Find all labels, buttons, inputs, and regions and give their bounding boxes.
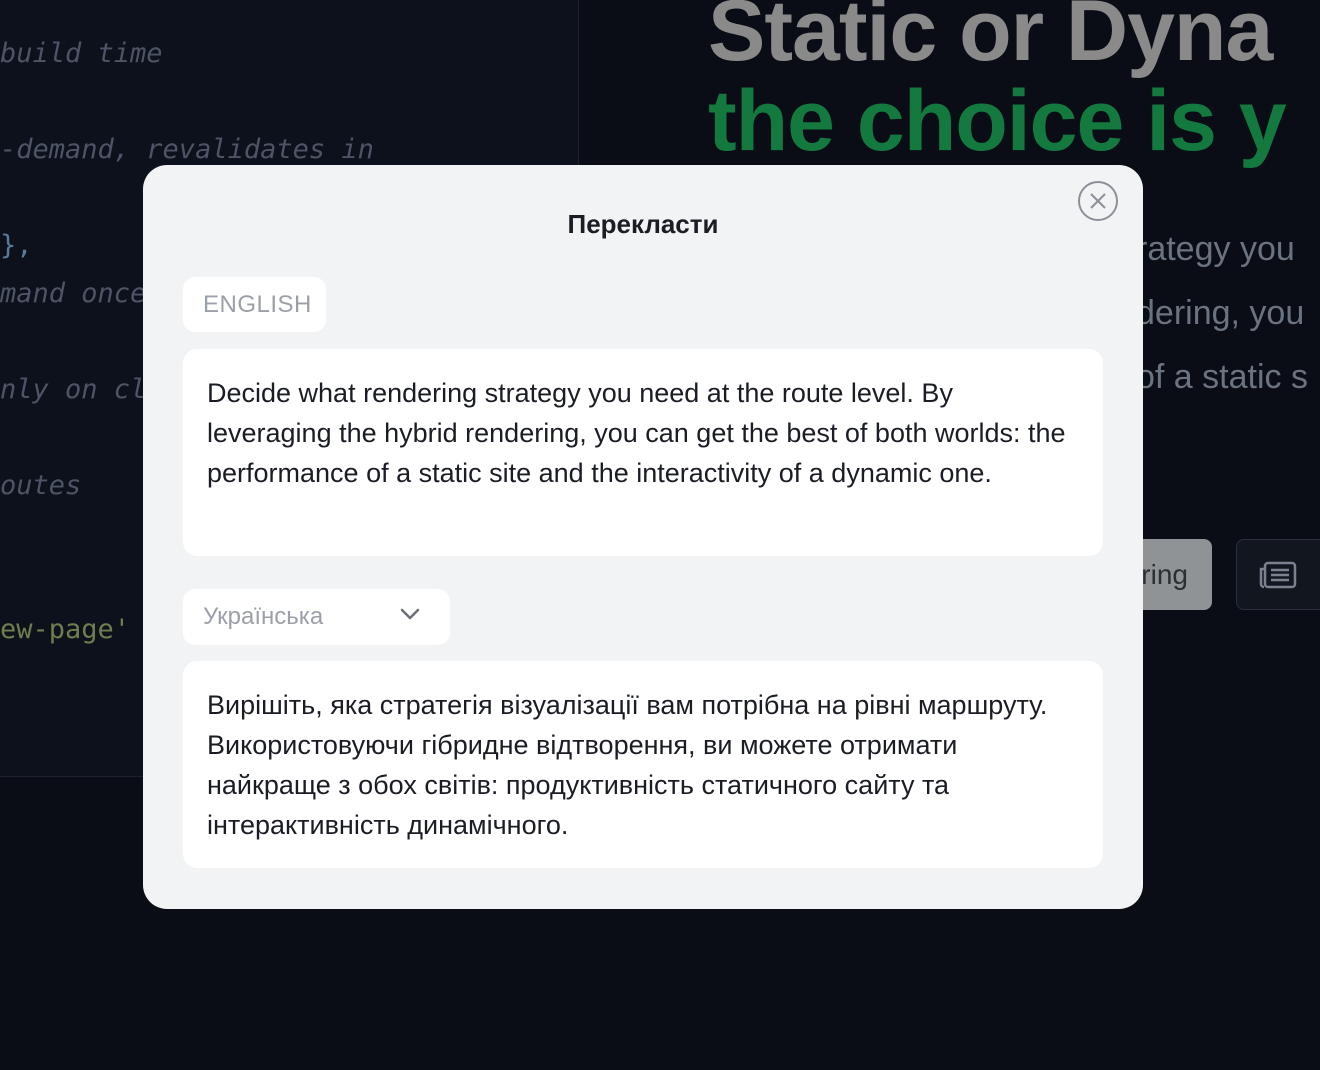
- translate-dialog: Перекласти ENGLISH Decide what rendering…: [143, 165, 1143, 909]
- close-button[interactable]: [1078, 181, 1118, 221]
- source-text: Decide what rendering strategy you need …: [183, 349, 1103, 556]
- dialog-title: Перекласти: [567, 209, 719, 239]
- close-icon: [1090, 193, 1106, 209]
- chevron-down-icon: [400, 608, 420, 620]
- translated-text: Вирішіть, яка стратегія візуалізації вам…: [183, 661, 1103, 868]
- target-language-select[interactable]: Українська: [183, 589, 450, 645]
- page: build time -demand, revalidates in }, ma…: [0, 0, 1320, 1070]
- source-language-label: ENGLISH: [183, 277, 326, 332]
- target-language-value: Українська: [203, 603, 324, 630]
